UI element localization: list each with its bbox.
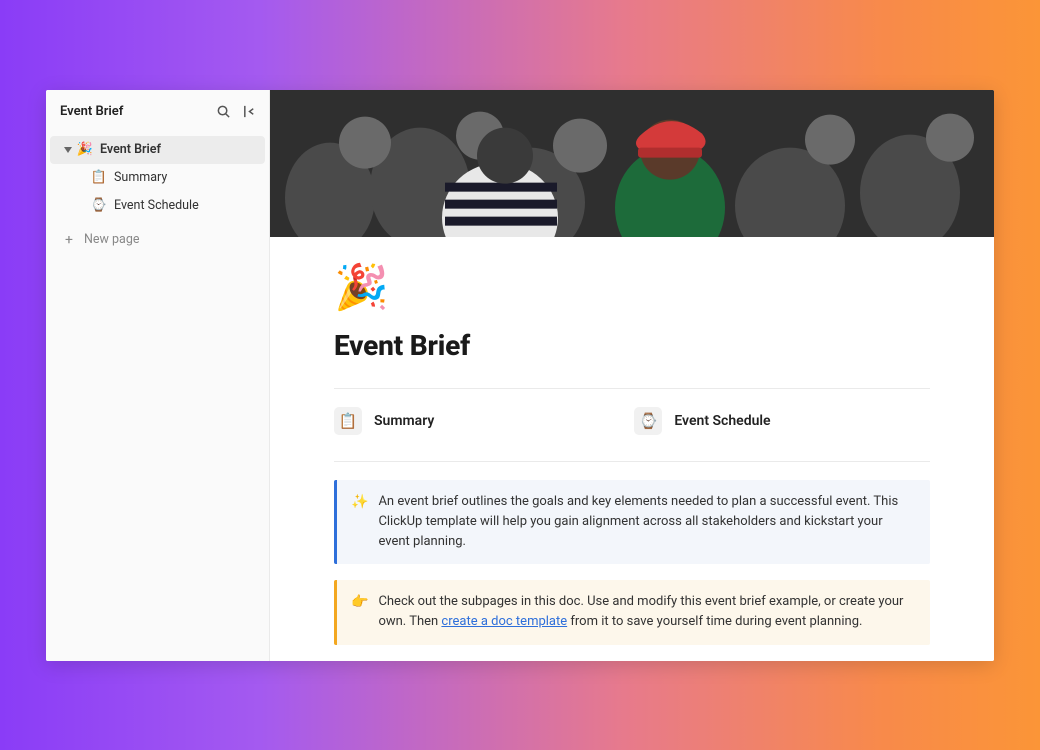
page-emoji[interactable]: 🎉 [334, 265, 930, 309]
pointing-hand-emoji-icon: 👉 [351, 592, 368, 632]
callout-text-after: from it to save yourself time during eve… [567, 614, 862, 629]
notepad-emoji-icon: 📋 [90, 170, 108, 185]
subpage-link-event-schedule[interactable]: ⌚ Event Schedule [634, 407, 770, 435]
cover-image[interactable] [270, 90, 994, 237]
party-emoji-icon: 🎉 [76, 142, 94, 157]
callout-text: An event brief outlines the goals and ke… [378, 492, 916, 552]
sidebar: Event Brief 🎉 Event Brief [46, 90, 270, 661]
sidebar-header: Event Brief [46, 90, 269, 134]
notepad-emoji-icon: 📋 [334, 407, 362, 435]
callout-info[interactable]: ✨ An event brief outlines the goals and … [334, 480, 930, 564]
subpage-link-label: Summary [374, 413, 434, 429]
watch-emoji-icon: ⌚ [90, 198, 108, 213]
search-icon[interactable] [215, 104, 231, 120]
subpage-links: 📋 Summary ⌚ Event Schedule [334, 407, 930, 435]
new-page-button[interactable]: + New page [46, 226, 269, 254]
divider [334, 388, 930, 389]
app-window: Event Brief 🎉 Event Brief [46, 90, 994, 661]
sidebar-item-event-brief[interactable]: 🎉 Event Brief [50, 136, 265, 164]
main-content: 🎉 Event Brief 📋 Summary ⌚ Event Schedule [270, 90, 994, 661]
callout-text: Check out the subpages in this doc. Use … [378, 592, 916, 632]
sidebar-nav: 🎉 Event Brief 📋 Summary ⌚ Event Schedule… [46, 134, 269, 254]
create-doc-template-link[interactable]: create a doc template [441, 614, 567, 629]
plus-icon: + [62, 232, 76, 248]
sidebar-item-summary[interactable]: 📋 Summary [50, 164, 265, 192]
new-page-label: New page [84, 232, 140, 247]
collapse-sidebar-icon[interactable] [241, 104, 257, 120]
callout-tip[interactable]: 👉 Check out the subpages in this doc. Us… [334, 580, 930, 644]
sidebar-item-label: Summary [114, 170, 167, 185]
sparkles-emoji-icon: ✨ [351, 492, 368, 552]
watch-emoji-icon: ⌚ [634, 407, 662, 435]
divider [334, 461, 930, 462]
sidebar-item-label: Event Schedule [114, 198, 199, 213]
sidebar-title: Event Brief [60, 104, 123, 119]
subpage-link-label: Event Schedule [674, 413, 770, 429]
caret-down-icon[interactable] [62, 146, 74, 154]
page-title[interactable]: Event Brief [334, 329, 930, 362]
sidebar-item-label: Event Brief [100, 142, 161, 157]
subpage-link-summary[interactable]: 📋 Summary [334, 407, 434, 435]
sidebar-item-event-schedule[interactable]: ⌚ Event Schedule [50, 192, 265, 220]
